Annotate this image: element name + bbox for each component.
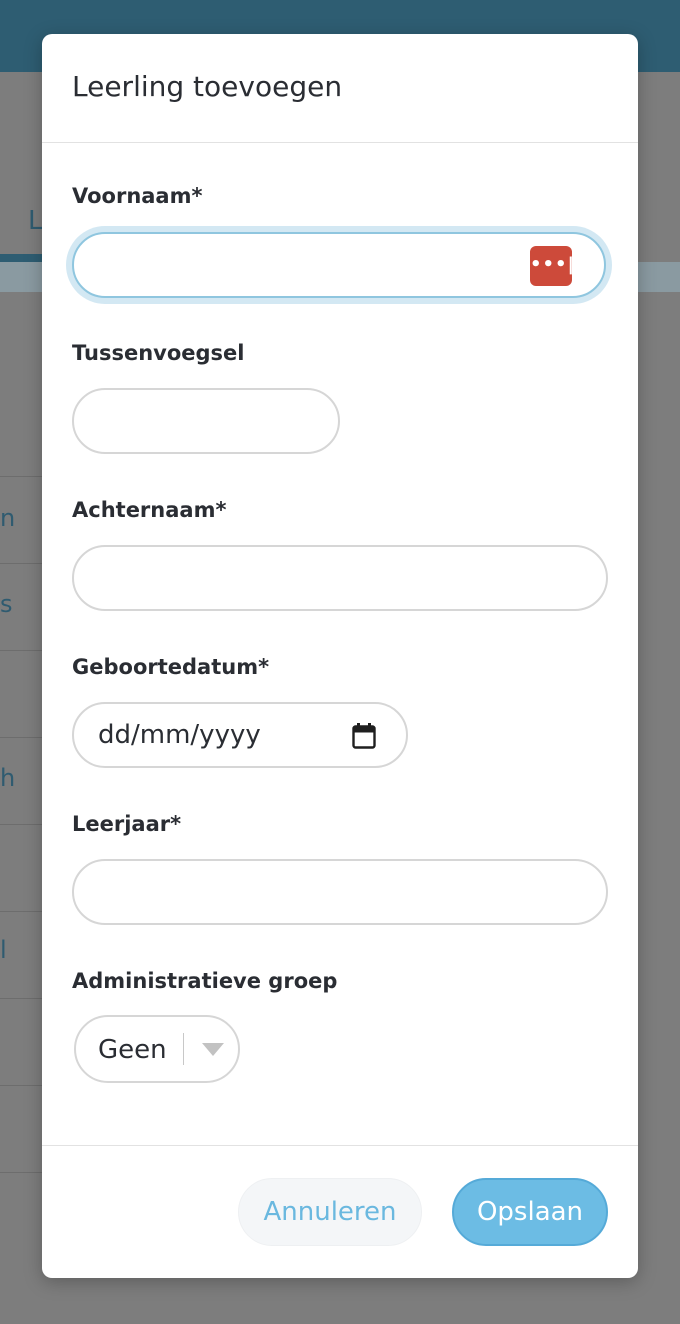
add-student-dialog: Leerling toevoegen Voornaam* •••| Tussen… xyxy=(42,34,638,1278)
background-tab-label: L xyxy=(28,206,43,236)
footer-divider xyxy=(42,1145,638,1146)
admin-group-label: Administratieve groep xyxy=(72,969,338,993)
background-row-divider xyxy=(0,563,42,564)
chevron-down-icon[interactable] xyxy=(202,1043,224,1056)
background-tab-indicator xyxy=(0,254,42,262)
last-name-label: Achternaam* xyxy=(72,498,227,522)
last-name-input[interactable] xyxy=(72,545,608,611)
background-row-text: n xyxy=(0,504,16,532)
infix-input[interactable] xyxy=(72,388,340,454)
cancel-button[interactable]: Annuleren xyxy=(238,1178,422,1246)
grade-label: Leerjaar* xyxy=(72,812,182,836)
birthdate-placeholder: dd/mm/yyyy xyxy=(98,720,261,750)
background-row-text: h xyxy=(0,764,16,792)
infix-label: Tussenvoegsel xyxy=(72,341,245,365)
background-row-divider xyxy=(0,737,42,738)
admin-group-select[interactable]: Geen xyxy=(74,1015,240,1083)
first-name-input[interactable]: •••| xyxy=(72,232,606,298)
background-row-divider xyxy=(0,650,42,651)
save-button[interactable]: Opslaan xyxy=(452,1178,608,1246)
background-row-text: s xyxy=(0,590,13,618)
grade-input[interactable] xyxy=(72,859,608,925)
password-manager-icon[interactable]: •••| xyxy=(530,246,574,286)
dialog-title: Leerling toevoegen xyxy=(72,70,343,103)
first-name-label: Voornaam* xyxy=(72,184,203,208)
header-divider xyxy=(42,142,638,143)
background-row-divider xyxy=(0,1085,42,1086)
background-row-divider xyxy=(0,1172,42,1173)
background-row-divider xyxy=(0,998,42,999)
birthdate-label: Geboortedatum* xyxy=(72,655,270,679)
select-separator xyxy=(183,1033,184,1065)
calendar-icon[interactable] xyxy=(352,723,376,749)
background-row-divider xyxy=(0,911,42,912)
admin-group-selected-value: Geen xyxy=(98,1035,167,1065)
background-row-divider xyxy=(0,476,42,477)
birthdate-input[interactable]: dd/mm/yyyy xyxy=(72,702,408,768)
background-row-text: l xyxy=(0,936,7,964)
background-row-divider xyxy=(0,824,42,825)
